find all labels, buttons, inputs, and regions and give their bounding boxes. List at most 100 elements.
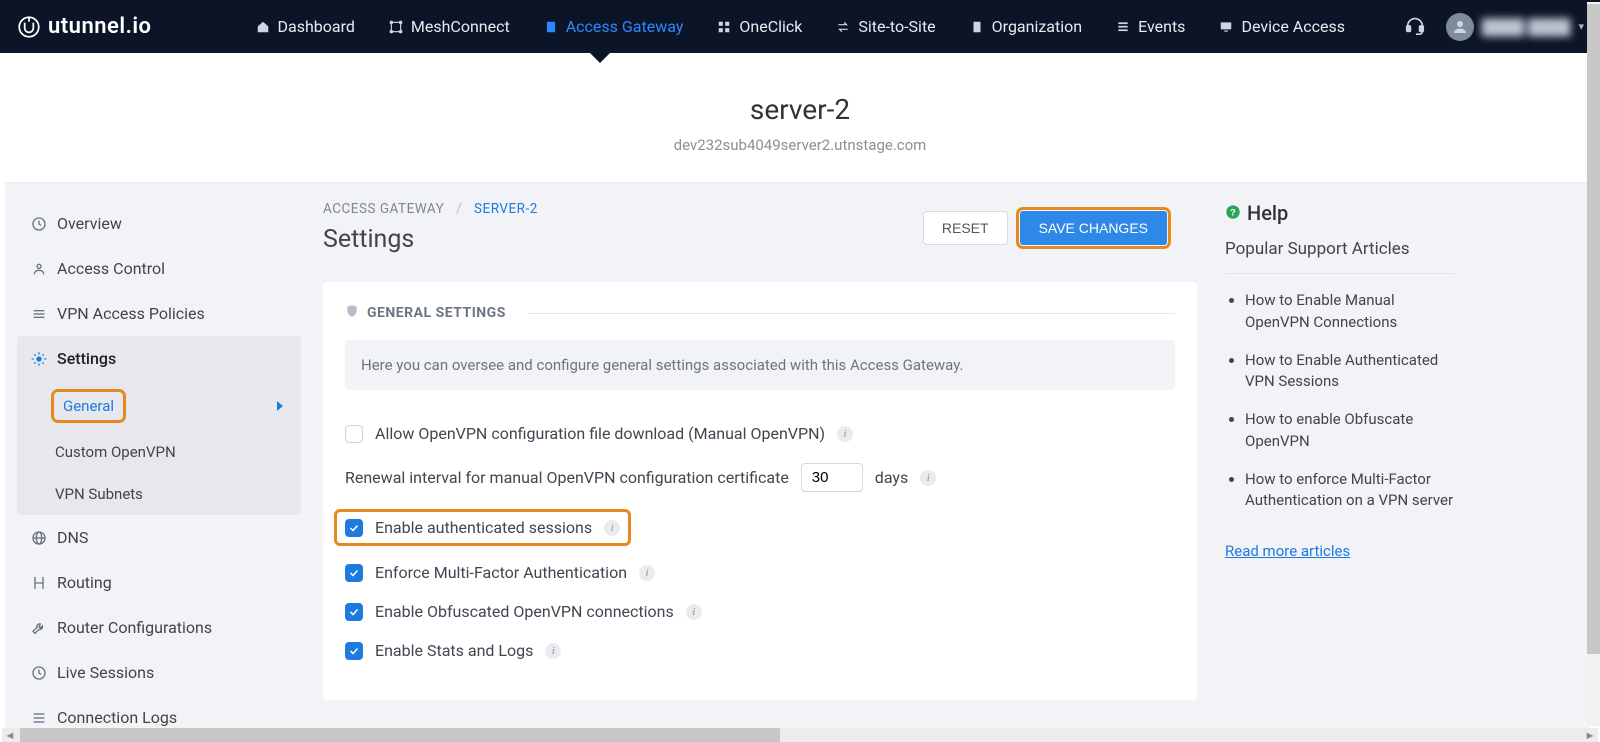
row-obfuscated: Enable Obfuscated OpenVPN connections i [345, 592, 1175, 631]
sidebar-item-dns[interactable]: DNS [17, 515, 305, 560]
sidebar-item-access-control[interactable]: Access Control [17, 246, 305, 291]
checkbox-allow-ovpn[interactable] [345, 425, 363, 443]
nav-label: OneClick [739, 17, 802, 36]
info-icon[interactable]: i [686, 604, 702, 620]
nav-site-to-site[interactable]: Site-to-Site [824, 11, 947, 42]
building-icon [970, 20, 984, 34]
sidebar-sub-label: VPN Subnets [55, 485, 143, 503]
list-icon [1116, 20, 1130, 34]
row-auth-sessions: Enable authenticated sessions i [345, 502, 1175, 553]
row-renewal: Renewal interval for manual OpenVPN conf… [345, 453, 1175, 502]
checkbox-auth-sessions[interactable] [345, 519, 363, 537]
help-subtitle: Popular Support Articles [1225, 239, 1455, 274]
nav-device-access[interactable]: Device Access [1207, 11, 1357, 42]
label-mfa: Enforce Multi-Factor Authentication [375, 563, 627, 582]
sidebar-label: Live Sessions [57, 663, 154, 682]
sidebar-sub-vpn-subnets[interactable]: VPN Subnets [17, 473, 301, 515]
label-allow-ovpn: Allow OpenVPN configuration file downloa… [375, 424, 825, 443]
breadcrumb-sep: / [456, 201, 462, 217]
sidebar-sub-general[interactable]: General [17, 381, 301, 431]
checkbox-obfuscated[interactable] [345, 603, 363, 621]
breadcrumb-current[interactable]: SERVER-2 [474, 201, 538, 217]
nav-dashboard[interactable]: Dashboard [244, 11, 367, 42]
scroll-thumb[interactable] [1587, 4, 1600, 654]
sidebar-item-routing[interactable]: Routing [17, 560, 305, 605]
help-article[interactable]: How to enable Obfuscate OpenVPN [1245, 409, 1455, 453]
sidebar-item-settings[interactable]: Settings [17, 336, 301, 381]
sidebar-label: Access Control [57, 259, 165, 278]
support-headset-icon[interactable] [1404, 14, 1426, 40]
caret-down-icon: ▾ [1578, 20, 1584, 33]
label-obfuscated: Enable Obfuscated OpenVPN connections [375, 602, 674, 621]
sidebar-label: Router Configurations [57, 618, 212, 637]
sidebar-item-live-sessions[interactable]: Live Sessions [17, 650, 305, 695]
sidebar-item-overview[interactable]: Overview [17, 201, 305, 246]
nav-label: Events [1138, 17, 1185, 36]
scroll-thumb[interactable] [20, 728, 780, 742]
section-heading: GENERAL SETTINGS [345, 304, 1175, 322]
help-article[interactable]: How to enforce Multi-Factor Authenticati… [1245, 469, 1455, 513]
nav-label: Device Access [1241, 17, 1345, 36]
info-icon[interactable]: i [920, 470, 936, 486]
monitor-icon [1219, 20, 1233, 34]
user-menu[interactable]: ████ ████ ▾ [1446, 13, 1584, 41]
sidebar-item-vpn-policies[interactable]: VPN Access Policies [17, 291, 305, 336]
sidebar-item-router-config[interactable]: Router Configurations [17, 605, 305, 650]
brand[interactable]: utunnel.io [16, 14, 152, 40]
shield-icon [345, 304, 359, 322]
policy-icon [31, 306, 47, 322]
scroll-left-icon[interactable]: ◄ [2, 728, 18, 742]
help-article[interactable]: How to Enable Authenticated VPN Sessions [1245, 350, 1455, 394]
info-banner: Here you can oversee and configure gener… [345, 340, 1175, 390]
active-tab-indicator-icon [590, 53, 610, 63]
user-icon [31, 261, 47, 277]
nav-oneclick[interactable]: OneClick [705, 11, 814, 42]
info-icon[interactable]: i [604, 520, 620, 536]
sidebar-label: Settings [57, 349, 116, 368]
section-title: GENERAL SETTINGS [367, 305, 506, 321]
renewal-input[interactable] [801, 463, 863, 492]
settings-card: GENERAL SETTINGS Here you can oversee an… [323, 282, 1197, 700]
help-articles-list: How to Enable Manual OpenVPN Connections… [1225, 290, 1455, 512]
help-panel: ? Help Popular Support Articles How to E… [1225, 193, 1465, 728]
scroll-right-icon[interactable]: ► [1582, 728, 1598, 742]
info-icon[interactable]: i [545, 643, 561, 659]
mesh-icon [389, 20, 403, 34]
help-article[interactable]: How to Enable Manual OpenVPN Connections [1245, 290, 1455, 334]
sidebar-label: Routing [57, 573, 112, 592]
read-more-link[interactable]: Read more articles [1225, 542, 1350, 560]
checkbox-mfa[interactable] [345, 564, 363, 582]
routing-icon [31, 575, 47, 591]
sidebar-sub-label: General [55, 393, 122, 419]
checkbox-stats[interactable] [345, 642, 363, 660]
breadcrumb-root[interactable]: ACCESS GATEWAY [323, 201, 444, 217]
save-changes-button[interactable]: SAVE CHANGES [1020, 211, 1167, 245]
page-actions: RESET SAVE CHANGES [923, 211, 1167, 245]
vertical-scrollbar[interactable] [1587, 2, 1600, 726]
row-stats: Enable Stats and Logs i [345, 631, 1175, 670]
avatar-icon [1446, 13, 1474, 41]
exchange-icon [836, 20, 850, 34]
clock-icon [31, 216, 47, 232]
main: ACCESS GATEWAY / SERVER-2 Settings RESET… [305, 193, 1225, 728]
logs-icon [31, 710, 47, 726]
nav-label: Dashboard [278, 17, 355, 36]
nav-organization[interactable]: Organization [958, 11, 1094, 42]
sidebar-sub-custom-openvpn[interactable]: Custom OpenVPN [17, 431, 301, 473]
info-icon[interactable]: i [639, 565, 655, 581]
sidebar-group-settings: Settings General Custom OpenVPN VPN Subn… [17, 336, 301, 515]
brand-name: utunnel.io [48, 14, 152, 39]
sidebar-label: Connection Logs [57, 708, 177, 727]
brand-logo-icon [16, 14, 42, 40]
horizontal-scrollbar[interactable]: ◄ ► [2, 728, 1598, 742]
server-icon [544, 20, 558, 34]
gear-icon [31, 351, 47, 367]
label-auth-sessions: Enable authenticated sessions [375, 518, 592, 537]
sidebar: Overview Access Control VPN Access Polic… [5, 193, 305, 728]
label-renewal-post: days [875, 468, 908, 487]
reset-button[interactable]: RESET [923, 211, 1008, 245]
info-icon[interactable]: i [837, 426, 853, 442]
nav-access-gateway[interactable]: Access Gateway [532, 11, 696, 42]
nav-events[interactable]: Events [1104, 11, 1197, 42]
nav-meshconnect[interactable]: MeshConnect [377, 11, 522, 42]
